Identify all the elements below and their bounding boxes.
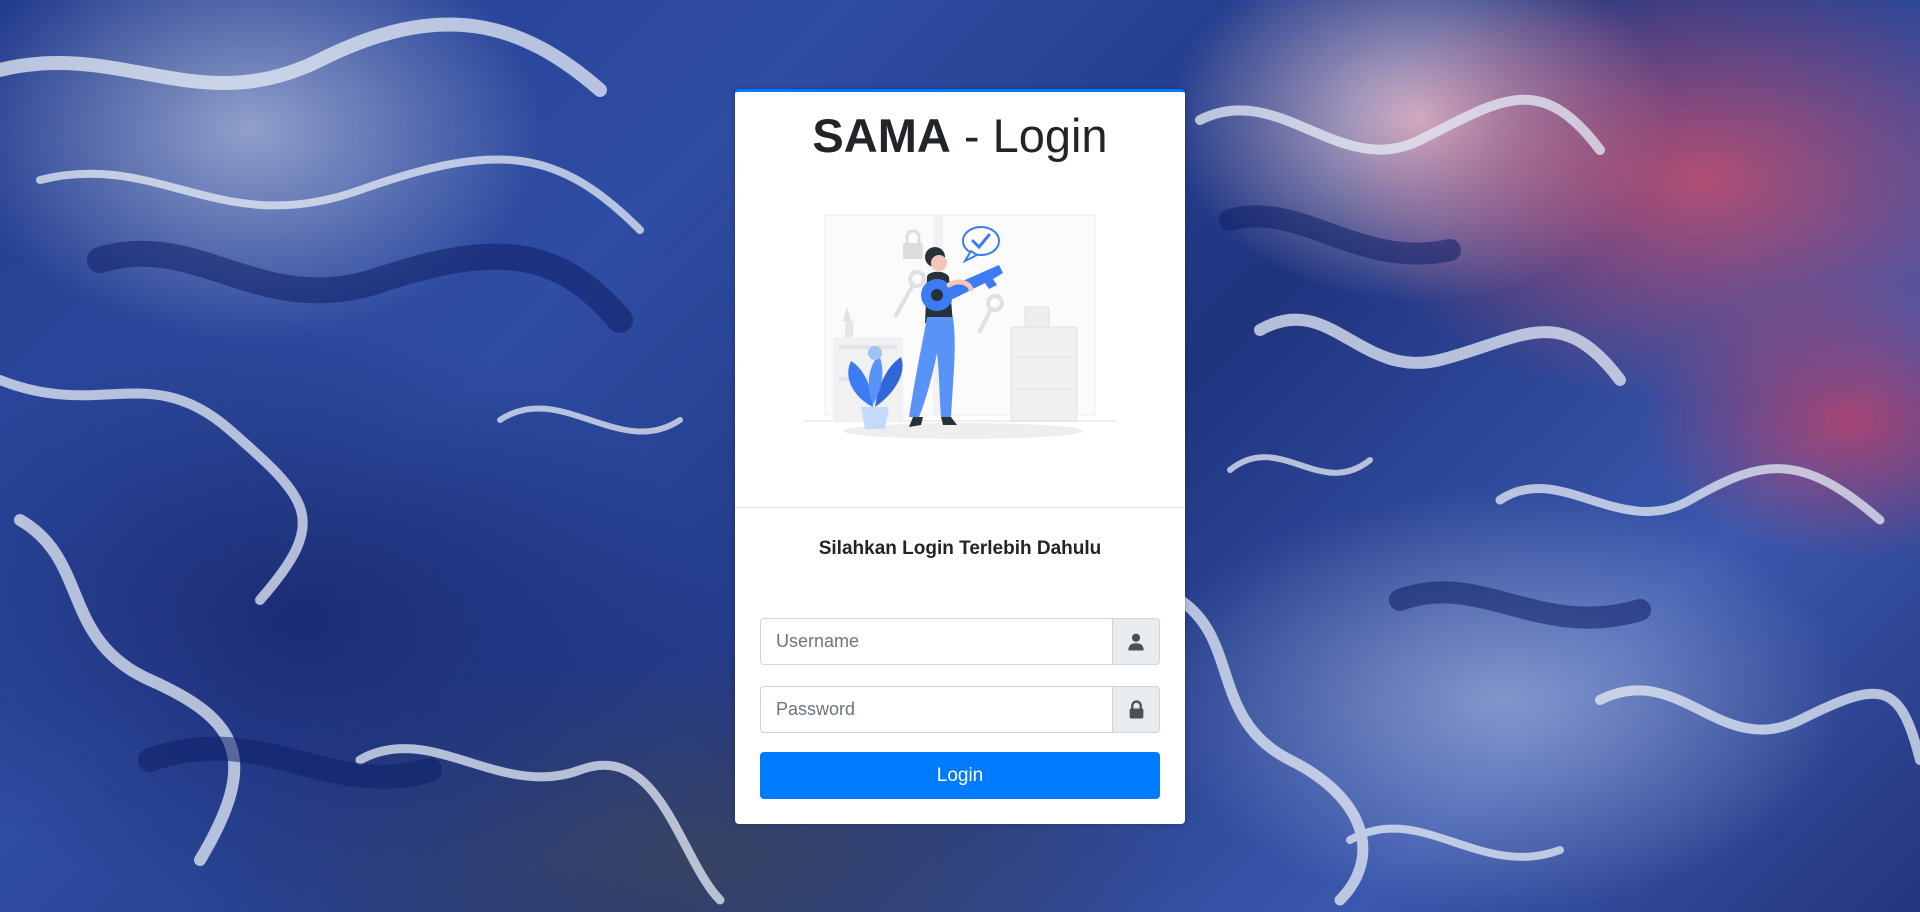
user-icon (1128, 633, 1144, 650)
username-group (760, 618, 1160, 665)
login-illustration (803, 214, 1117, 439)
title-suffix: - Login (950, 109, 1108, 162)
password-input[interactable] (760, 686, 1112, 733)
password-addon (1112, 686, 1160, 733)
login-message: Silahkan Login Terlebih Dahulu (818, 538, 1102, 559)
brand-name: SAMA (812, 109, 951, 162)
password-group (760, 686, 1160, 733)
page-title: SAMA - Login (735, 92, 1185, 162)
login-button[interactable]: Login (760, 752, 1160, 799)
lock-icon (1129, 700, 1143, 719)
card-body: Silahkan Login Terlebih Dahulu Login (735, 508, 1185, 799)
username-addon (1112, 618, 1160, 665)
username-input[interactable] (760, 618, 1112, 665)
card-header: SAMA - Login (735, 92, 1185, 508)
login-card: SAMA - Login Silahkan Login Terlebih Dah… (735, 89, 1185, 824)
